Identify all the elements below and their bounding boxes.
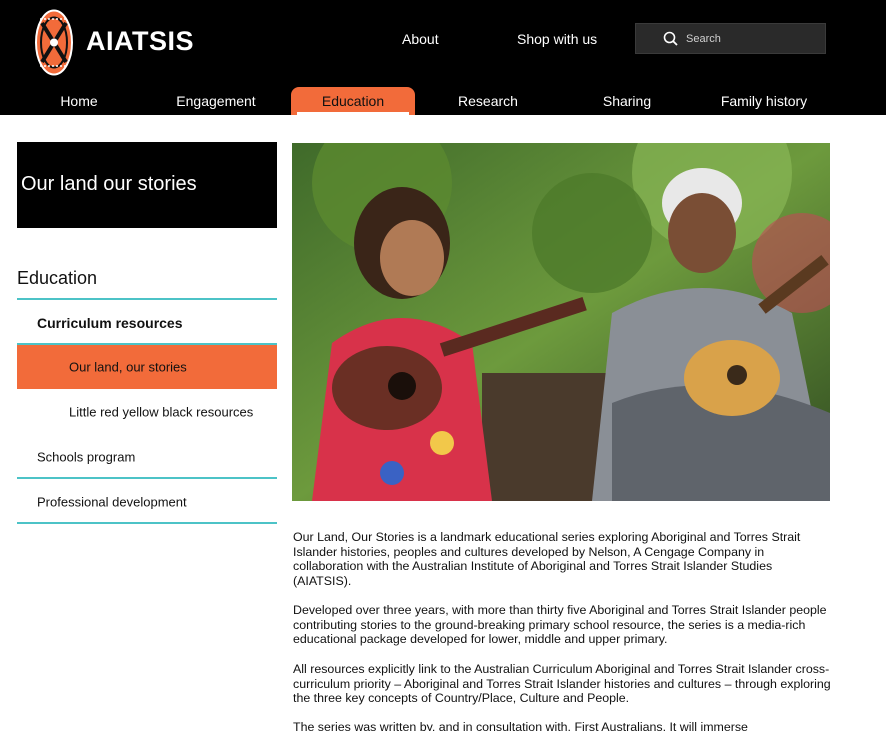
nav-sharing[interactable]: Sharing xyxy=(590,87,664,115)
sidebar-title: Our land our stories xyxy=(21,173,197,195)
sidebar-item-our-land-our-stories[interactable]: Our land, our stories xyxy=(17,345,277,389)
shop-link[interactable]: Shop with us xyxy=(517,31,597,47)
brand-name[interactable]: AIATSIS xyxy=(86,26,194,57)
series-paragraph: The series was written by, and in consul… xyxy=(293,720,748,731)
sidebar-heading[interactable]: Education xyxy=(17,268,97,289)
curriculum-paragraph: All resources explicitly link to the Aus… xyxy=(293,662,831,706)
main-nav: Home Engagement Education Research Shari… xyxy=(0,87,886,115)
about-link[interactable]: About xyxy=(402,31,439,47)
sidebar-divider xyxy=(17,477,277,479)
sidebar-item-label: Schools program xyxy=(37,449,136,465)
sidebar-item-label: Professional development xyxy=(37,494,187,510)
search-input[interactable] xyxy=(686,30,816,48)
sidebar-item-schools-program[interactable]: Schools program xyxy=(17,435,277,479)
sidebar-title-box: Our land our stories xyxy=(17,142,277,228)
sidebar-item-professional-development[interactable]: Professional development xyxy=(17,480,277,524)
nav-home[interactable]: Home xyxy=(40,87,118,115)
site-header: AIATSIS About Shop with us Home Engageme… xyxy=(0,0,886,115)
development-paragraph: Developed over three years, with more th… xyxy=(293,603,827,647)
nav-education[interactable]: Education xyxy=(291,87,415,115)
sidebar-item-label: Curriculum resources xyxy=(37,315,183,331)
nav-research[interactable]: Research xyxy=(448,87,528,115)
sidebar-item-label: Our land, our stories xyxy=(69,359,187,375)
nav-engagement[interactable]: Engagement xyxy=(166,87,266,115)
search-icon xyxy=(663,31,678,46)
sidebar-item-curriculum-resources[interactable]: Curriculum resources xyxy=(17,301,277,345)
sidebar-divider xyxy=(17,298,277,300)
intro-paragraph: Our Land, Our Stories is a landmark educ… xyxy=(293,530,801,588)
nav-family-history[interactable]: Family history xyxy=(706,87,822,115)
hero-image xyxy=(292,143,830,501)
sidebar-item-label: Little red yellow black resources xyxy=(69,404,254,420)
search-box[interactable] xyxy=(635,23,826,54)
aiatsis-logo-icon[interactable] xyxy=(34,9,74,76)
sidebar-divider xyxy=(17,522,277,524)
sidebar-item-little-red-yellow-black[interactable]: Little red yellow black resources xyxy=(17,390,277,434)
